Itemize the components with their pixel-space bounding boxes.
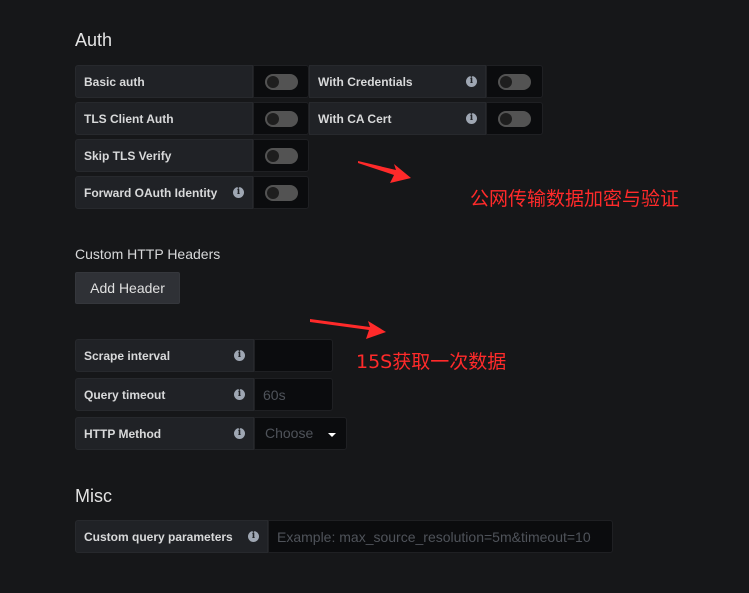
misc-title: Misc	[75, 486, 112, 506]
info-icon[interactable]: i	[248, 531, 259, 542]
http-method-label: HTTP Method i	[75, 417, 254, 450]
label-text: Scrape interval	[84, 348, 171, 363]
info-icon[interactable]: i	[234, 350, 245, 361]
query-timeout-input[interactable]: 60s	[254, 378, 333, 411]
custom-headers-title: Custom HTTP Headers	[75, 246, 221, 262]
http-method-select[interactable]: Choose	[254, 417, 347, 450]
custom-query-params-label: Custom query parameters i	[75, 520, 268, 553]
custom-query-params-input[interactable]: Example: max_source_resolution=5m&timeou…	[268, 520, 613, 553]
annotation-note-2: 15S获取一次数据	[356, 351, 507, 373]
arrow-1	[358, 161, 411, 183]
arrow-2	[310, 319, 386, 339]
select-value: Choose	[265, 425, 314, 441]
scrape-interval-label: Scrape interval i	[75, 339, 254, 372]
annotation-note-1: 公网传输数据加密与验证	[470, 188, 680, 210]
add-header-button[interactable]: Add Header	[75, 272, 180, 304]
info-icon[interactable]: i	[234, 428, 245, 439]
query-timeout-label: Query timeout i	[75, 378, 254, 411]
label-text: Query timeout	[84, 387, 166, 402]
caret-down-icon	[328, 433, 336, 437]
scrape-interval-input[interactable]	[254, 339, 333, 372]
label-text: Custom query parameters	[84, 529, 233, 544]
info-icon[interactable]: i	[234, 389, 245, 400]
label-text: HTTP Method	[84, 426, 162, 441]
